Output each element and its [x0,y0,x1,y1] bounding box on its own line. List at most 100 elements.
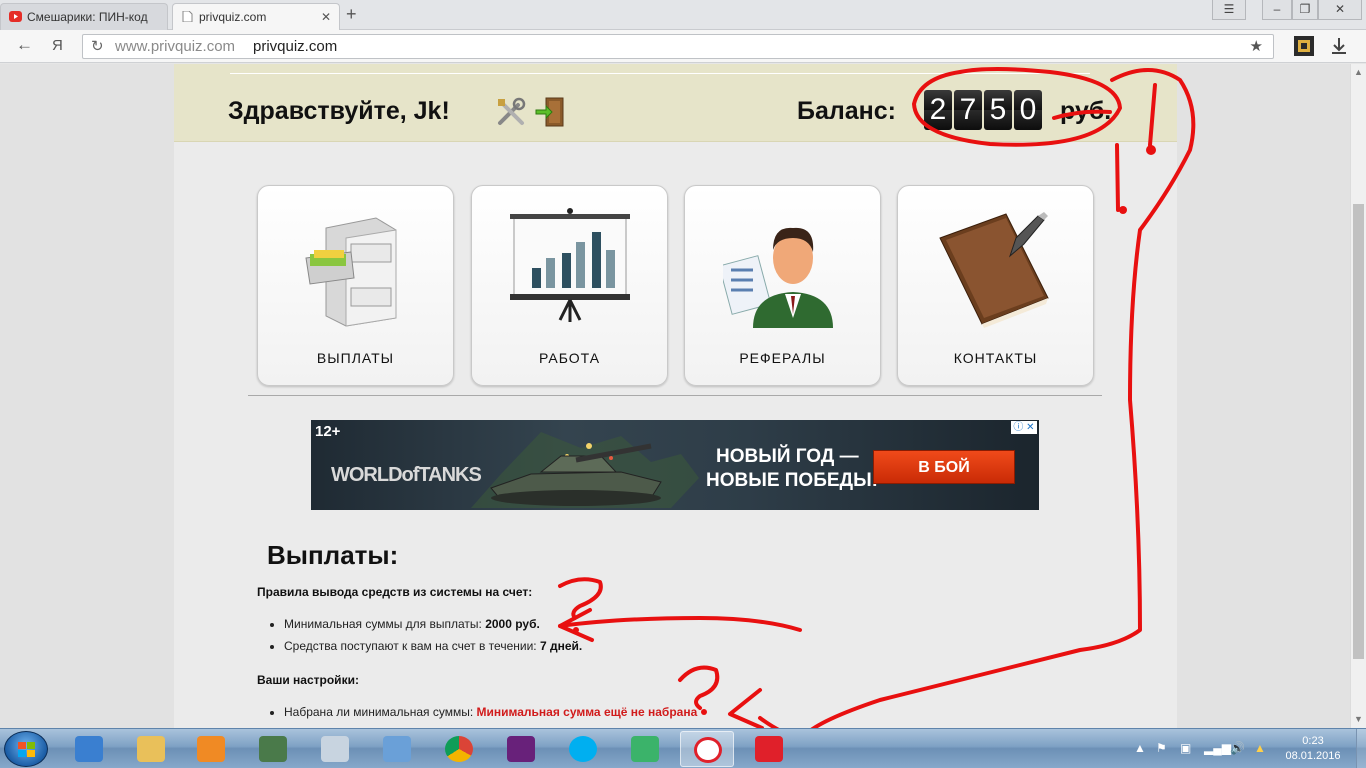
menu-icon[interactable]: ☰ [1212,0,1246,20]
page-icon [182,11,193,22]
start-button[interactable] [4,731,48,767]
calculator-icon [321,736,349,762]
list-item: Набрана ли минимальная суммы: Минимальна… [284,705,697,719]
windows-taskbar: ▲ ⚑ ▣ ▂▄▆ 🔊 ▲ 0:23 08.01.2016 [0,728,1366,768]
user-header: Здравствуйте, Jk! Баланс: 2 7 5 0 руб. [174,64,1177,142]
banner-slogan: НОВЫЙ ГОД — [716,446,859,467]
network-signal-icon[interactable]: ▂▄▆ [1204,741,1231,755]
scroll-up-icon[interactable]: ▲ [1354,67,1363,77]
speaker-app-icon [75,736,103,762]
taskbar-visual-studio[interactable] [494,731,548,767]
yandex-home-button[interactable]: Я [52,37,63,54]
usb-device-icon[interactable]: ▣ [1180,741,1191,755]
menu-tile-work[interactable]: РАБОТА [471,185,668,386]
greeting: Здравствуйте, Jk! [228,97,450,125]
restore-icon[interactable]: ❐ [1292,0,1318,20]
action-center-flag-icon[interactable]: ⚑ [1156,741,1167,755]
rules-list: Минимальная суммы для выплаты: 2000 руб.… [284,617,582,661]
taskbar-speaker-app[interactable] [62,731,116,767]
tank-illustration-icon [471,432,699,508]
header-rule [230,73,1090,74]
balance-digit: 7 [954,90,982,130]
browser-tab-bar: Смешарики: ПИН-код privquiz.com ✕ + ☰ – … [0,0,1366,30]
skype-icon [569,736,597,762]
taskbar-media-player[interactable] [184,731,238,767]
task-manager-icon [259,736,287,762]
browser-toolbar: ← Я ↻ www.privquiz.com privquiz.com ★ [0,30,1366,63]
tile-label: РАБОТА [538,350,601,366]
minimize-icon[interactable]: – [1262,0,1292,20]
clock-date: 08.01.2016 [1285,750,1341,762]
ad-info-icon[interactable]: ⓘ ✕ [1011,421,1037,434]
play-now-button[interactable]: В БОЙ [873,450,1015,484]
youtube-icon [9,11,22,22]
extension-icon[interactable] [1294,36,1314,56]
taskbar-calculator[interactable] [308,731,362,767]
tab-privquiz[interactable]: privquiz.com ✕ [172,3,340,30]
taskbar-cubes-app[interactable] [618,731,672,767]
scrollbar-thumb[interactable] [1353,204,1364,659]
yandex-icon [755,736,783,762]
taskbar-control-panel[interactable] [370,731,424,767]
list-item: Средства поступают к вам на счет в течен… [284,639,582,653]
system-clock[interactable]: 0:23 08.01.2016 [1280,734,1346,764]
taskbar-explorer[interactable] [124,731,178,767]
banner-slogan: НОВЫЕ ПОБЕДЫ! [706,470,879,491]
menu-tile-referrals[interactable]: РЕФЕРАЛЫ [684,185,881,386]
taskbar-chrome[interactable] [432,731,486,767]
businessman-icon [723,227,833,328]
balance-digit: 2 [924,90,952,130]
rule-value: 7 дней. [539,639,583,653]
show-desktop-button[interactable] [1356,729,1366,768]
settings-list: Набрана ли минимальная суммы: Минимальна… [284,705,697,719]
balance-digit: 5 [984,90,1012,130]
rule-text: Средства поступают к вам на счет в течен… [284,639,540,653]
volume-icon[interactable]: 🔊 [1230,741,1245,755]
cubes-icon [631,736,659,762]
media-player-icon [197,736,225,762]
tray-expand-icon[interactable]: ▲ [1134,741,1146,755]
taskbar-yandex[interactable] [742,731,796,767]
balance-label: Баланс: [797,97,896,125]
settings-title: Ваши настройки: [257,673,359,687]
address-bar[interactable]: ↻ www.privquiz.com privquiz.com ★ [82,34,1274,59]
presentation-chart-icon [510,208,630,322]
logout-door-icon[interactable] [534,96,566,128]
menu-tile-payouts[interactable]: ВЫПЛАТЫ [257,185,454,386]
balance-currency: руб. [1060,97,1112,125]
google-drive-icon[interactable]: ▲ [1254,741,1266,755]
section-heading: Выплаты: [267,540,399,570]
taskbar-skype[interactable] [556,731,610,767]
yandex-browser-icon [694,737,722,763]
file-cabinet-icon [305,217,397,327]
ad-banner[interactable]: 12+ WORLDofTANKS НОВЫЙ ГОД — НОВЫЕ ПОБЕД… [311,420,1039,510]
windows-logo-icon [18,742,35,757]
rule-value: 2000 руб. [485,617,540,631]
close-tab-icon[interactable]: ✕ [321,4,331,30]
setting-status: Минимальная сумма ещё не набрана [476,705,698,719]
bookmark-star-icon[interactable]: ★ [1250,35,1263,58]
page-scrollbar[interactable]: ▲ ▼ [1350,64,1366,728]
settings-tools-icon[interactable] [496,97,526,127]
reload-icon[interactable]: ↻ [91,35,104,58]
list-item: Минимальная суммы для выплаты: 2000 руб. [284,617,582,631]
download-icon[interactable] [1330,37,1348,55]
close-window-icon[interactable]: ✕ [1318,0,1362,20]
notebook-pen-icon [939,212,1049,328]
address-query: privquiz.com [253,38,338,55]
section-divider [248,395,1102,396]
address-host: www.privquiz.com [115,38,236,55]
tile-label: РЕФЕРАЛЫ [739,350,826,366]
tile-label: КОНТАКТЫ [953,350,1038,366]
tab-smeshariki[interactable]: Смешарики: ПИН-код [0,3,168,30]
balance-counter: 2 7 5 0 [924,90,1042,130]
taskbar-task-manager[interactable] [246,731,300,767]
scroll-down-icon[interactable]: ▼ [1354,714,1363,724]
menu-tile-contacts[interactable]: КОНТАКТЫ [897,185,1094,386]
new-tab-button[interactable]: + [346,4,357,25]
page-content: Здравствуйте, Jk! Баланс: 2 7 5 0 руб. В… [174,64,1177,728]
rule-text: Минимальная суммы для выплаты: [284,617,486,631]
control-panel-icon [383,736,411,762]
back-button[interactable]: ← [16,35,33,55]
taskbar-yandex-browser[interactable] [680,731,734,767]
